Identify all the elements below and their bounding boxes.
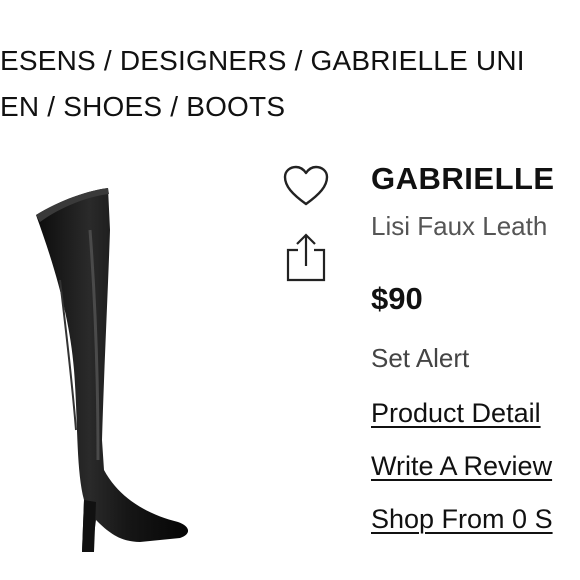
product-details-link[interactable]: Product Detail [371,396,580,430]
shop-from-link[interactable]: Shop From 0 S [371,502,580,536]
product-links: Product Detail Write A Review Shop From … [371,396,580,536]
product-actions [280,160,336,304]
write-review-link[interactable]: Write A Review [371,449,580,483]
set-alert-button[interactable]: Set Alert [371,342,580,374]
product-name: Lisi Faux Leath [371,211,548,241]
breadcrumb: ESENS / DESIGNERS / GABRIELLE UNI EN / S… [0,38,580,130]
product-image[interactable] [0,170,240,570]
breadcrumb-line-2[interactable]: EN / SHOES / BOOTS [0,84,580,130]
product-page: ESENS / DESIGNERS / GABRIELLE UNI EN / S… [0,0,580,580]
share-icon[interactable] [280,232,332,284]
heart-icon[interactable] [280,160,332,212]
breadcrumb-line-1[interactable]: ESENS / DESIGNERS / GABRIELLE UNI [0,38,580,84]
product-price: $90 [371,281,423,316]
boot-image [36,188,189,552]
product-info: GABRIELLE Lisi Faux Leath $90 Set Alert … [371,160,580,555]
brand-name[interactable]: GABRIELLE [371,160,580,198]
